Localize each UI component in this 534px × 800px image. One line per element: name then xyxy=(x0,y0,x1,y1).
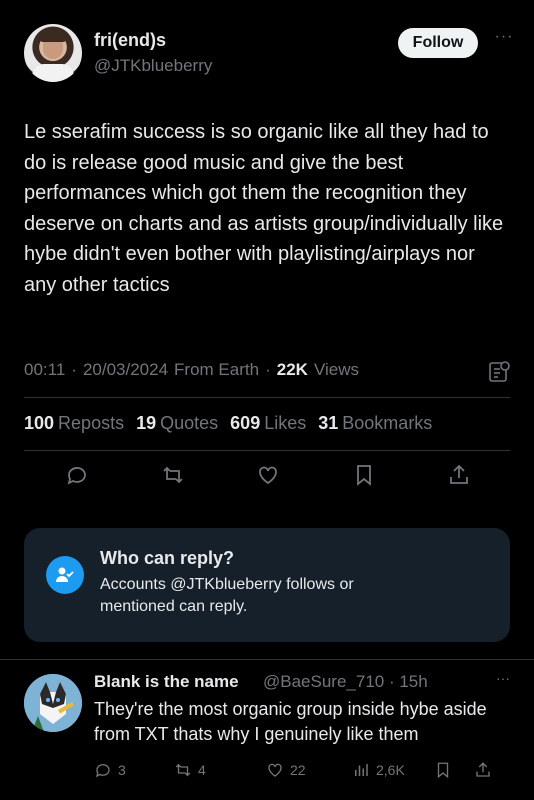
people-check-icon xyxy=(46,556,84,594)
reply-card-description: Accounts @JTKblueberry follows or mentio… xyxy=(100,576,354,615)
reply-views-button[interactable]: 2,6K xyxy=(352,761,434,779)
reply-more-options-icon[interactable]: ··· xyxy=(496,670,510,686)
like-icon[interactable] xyxy=(255,462,281,488)
reply-bookmark-button[interactable] xyxy=(434,761,474,779)
divider xyxy=(24,397,510,398)
repost-icon xyxy=(175,763,191,777)
analytics-icon[interactable] xyxy=(488,360,510,384)
reply-restriction-card: Who can reply? Accounts @JTKblueberry fo… xyxy=(24,528,510,642)
reply-share-button[interactable] xyxy=(474,761,492,779)
reply-icon xyxy=(95,764,110,778)
more-options-icon[interactable]: ··· xyxy=(492,28,516,52)
tweet-text: Le sserafim success is so organic like a… xyxy=(24,121,504,296)
reply-tweet[interactable]: Blank is the name @BaeSure_710 · 15h ···… xyxy=(0,660,534,800)
author-avatar[interactable] xyxy=(24,24,82,82)
engagement-stats: 100 Reposts 19 Quotes 609 Likes 31 Bookmarks xyxy=(24,413,432,434)
share-icon xyxy=(476,762,490,777)
reply-reply-button[interactable]: 3 xyxy=(94,761,164,779)
tweet-header: fri(end)s @JTKblueberry Follow ··· xyxy=(24,24,516,84)
reply-replies-count: 3 xyxy=(118,762,126,778)
divider xyxy=(24,450,510,451)
views-count: 22K xyxy=(276,360,308,379)
tweet-time[interactable]: 00:11 xyxy=(24,360,65,380)
reply-time: · 15h xyxy=(388,672,428,691)
meta-separator: · xyxy=(265,360,271,379)
reply-author-handle[interactable]: @BaeSure_710 · 15h xyxy=(263,672,428,692)
bookmark-icon[interactable] xyxy=(351,462,377,488)
bookmarks-stat[interactable]: 31 Bookmarks xyxy=(318,413,432,434)
like-icon xyxy=(268,763,282,777)
reply-action-bar: 3 4 22 2,6K xyxy=(94,758,510,782)
reply-text: They're the most organic group inside hy… xyxy=(94,699,487,744)
repost-icon[interactable] xyxy=(160,462,186,488)
action-bar xyxy=(24,462,510,498)
views-label: Views xyxy=(313,360,359,379)
quotes-stat[interactable]: 19 Quotes xyxy=(136,413,218,434)
follow-button[interactable]: Follow xyxy=(398,28,478,58)
tweet-meta: 00:11 · 20/03/2024 From Earth · 22K View… xyxy=(24,360,359,380)
reply-reposts-count: 4 xyxy=(198,762,206,778)
reply-icon[interactable] xyxy=(64,462,90,488)
tweet-source: From Earth xyxy=(174,360,260,379)
reply-author-avatar[interactable] xyxy=(24,674,82,732)
tweet-date[interactable]: 20/03/2024 xyxy=(83,360,168,380)
bookmark-icon xyxy=(437,762,449,779)
author-name[interactable]: fri(end)s xyxy=(94,30,166,51)
share-icon[interactable] xyxy=(446,462,472,488)
likes-stat[interactable]: 609 Likes xyxy=(230,413,306,434)
views-icon xyxy=(355,764,368,776)
reply-repost-button[interactable]: 4 xyxy=(174,761,266,779)
reply-like-button[interactable]: 22 xyxy=(266,761,352,779)
meta-separator: · xyxy=(71,360,77,379)
reply-views-count: 2,6K xyxy=(376,762,405,778)
reply-likes-count: 22 xyxy=(290,762,306,778)
author-handle[interactable]: @JTKblueberry xyxy=(94,56,212,76)
reply-card-title: Who can reply? xyxy=(100,548,235,568)
reply-author-name[interactable]: Blank is the name xyxy=(94,672,239,692)
reposts-stat[interactable]: 100 Reposts xyxy=(24,413,124,434)
